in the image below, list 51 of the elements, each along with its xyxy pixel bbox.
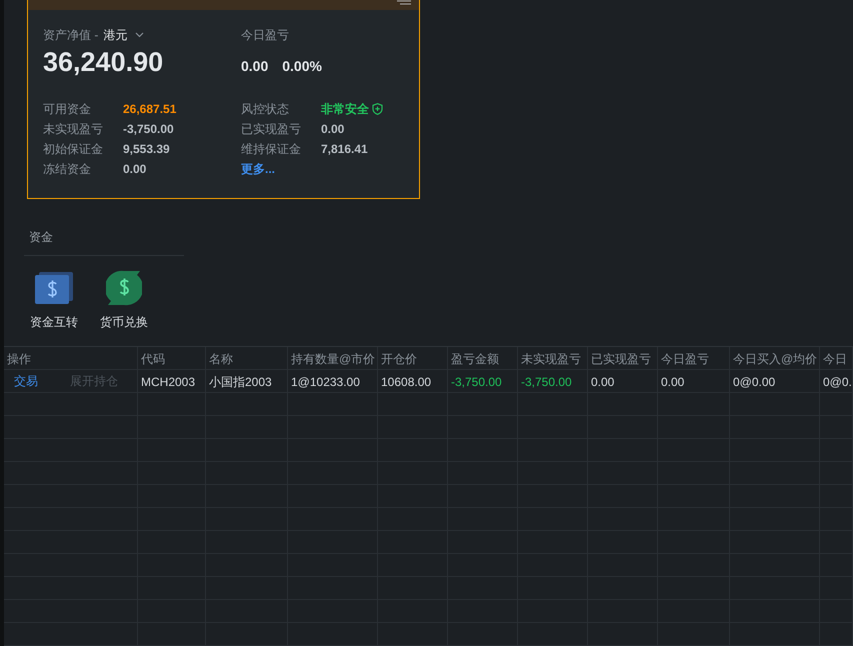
table-cell: 小国指2003: [209, 375, 272, 389]
action-link[interactable]: 交易: [14, 373, 38, 392]
column-header: 持有数量@市价: [288, 347, 378, 369]
stat-value: 7,816.41: [321, 142, 368, 156]
chevron-down-icon: [135, 32, 144, 38]
column-header: 盈亏金额: [448, 347, 518, 369]
stat-value: 0.00: [321, 122, 344, 136]
stat-label: 维持保证金: [241, 140, 302, 158]
stat-label: 初始保证金: [43, 140, 104, 158]
net-asset-label: 资产净值 -: [43, 26, 98, 44]
stat-label: 可用资金: [43, 100, 92, 118]
stat-value: -3,750.00: [123, 122, 174, 136]
currency-select[interactable]: 港元: [103, 26, 144, 44]
column-header: 已实现盈亏: [588, 347, 658, 369]
column-header: 代码: [138, 347, 206, 369]
fund-action-button[interactable]: 资金互转: [30, 270, 78, 331]
table-cell: 0.00: [661, 375, 684, 389]
shield-plus-icon: [372, 103, 383, 115]
stat-value: 0.00: [123, 162, 146, 176]
table-cell: 10608.00: [381, 375, 432, 389]
fund-action-button[interactable]: 货币兑换: [100, 270, 148, 331]
column-header: 今日: [820, 347, 853, 369]
table-cell: 1@10233.00: [291, 375, 360, 389]
dollar-card-icon: [35, 272, 73, 304]
more-link[interactable]: 更多...: [241, 160, 276, 178]
menu-icon[interactable]: [397, 0, 411, 5]
table-cell: 0@0.00: [733, 375, 776, 389]
stat-value: 9,553.39: [123, 142, 170, 156]
table-cell: MCH2003: [141, 375, 196, 389]
net-asset-value: 36,240.90: [43, 47, 164, 79]
table-cell: 0@0.: [823, 375, 852, 389]
table-cell: -3,750.00: [451, 375, 502, 389]
table-cell: -3,750.00: [521, 375, 572, 389]
stat-label: 冻结资金: [43, 160, 92, 178]
stat-label: 未实现盈亏: [43, 120, 104, 138]
stat-value: 非常安全: [321, 100, 369, 118]
column-header: 操作: [4, 347, 138, 369]
table-cell: 0.00: [591, 375, 614, 389]
column-header: 开仓价: [378, 347, 448, 369]
column-header: 未实现盈亏: [518, 347, 588, 369]
dollar-bubble-icon: [106, 270, 142, 306]
stat-value: 26,687.51: [123, 102, 176, 116]
today-pnl-value: 0.00: [241, 58, 268, 74]
section-title: 资金: [24, 229, 184, 256]
stat-label: 风控状态: [241, 100, 290, 118]
column-header: 名称: [206, 347, 288, 369]
today-pnl-label: 今日盈亏: [241, 26, 289, 44]
today-pnl-percent: 0.00%: [282, 58, 322, 74]
column-header: 今日买入@均价: [730, 347, 820, 369]
column-header: 今日盈亏: [658, 347, 730, 369]
stat-label: 已实现盈亏: [241, 120, 302, 138]
